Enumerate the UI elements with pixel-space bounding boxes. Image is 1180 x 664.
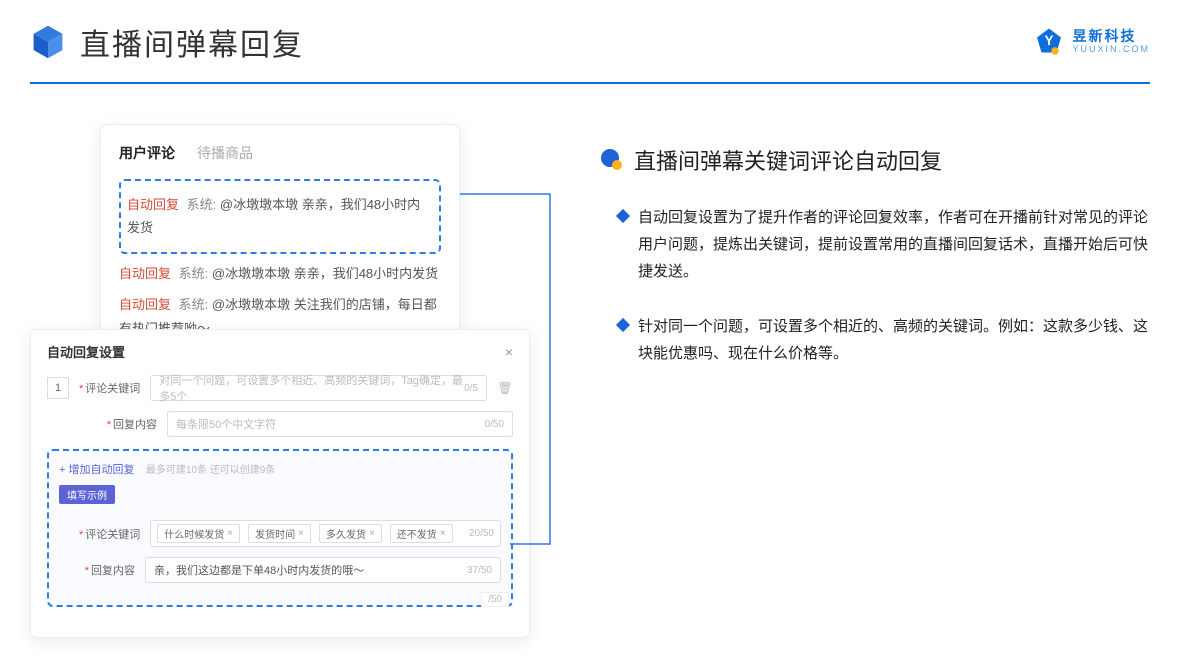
ex-reply-value: 亲，我们这边都是下单48小时内发货的哦～	[154, 562, 364, 578]
bullet-item: 自动回复设置为了提升作者的评论回复效率，作者可在开播前针对常见的评论用户问题，提…	[618, 204, 1150, 285]
example-button[interactable]: 填写示例	[59, 485, 115, 504]
bullet-text: 针对同一个问题，可设置多个相近的、高频的关键词。例如：这款多少钱、这块能优惠吗、…	[638, 313, 1150, 367]
tab-user-comments[interactable]: 用户评论	[119, 143, 175, 163]
auto-reply-tag: 自动回复	[119, 297, 171, 312]
close-icon[interactable]: ×	[505, 344, 513, 360]
chip[interactable]: 发货时间×	[248, 524, 311, 543]
cube-icon	[30, 24, 66, 60]
sys-label: 系统:	[179, 297, 209, 312]
bubble-icon	[600, 148, 624, 172]
auto-reply-settings-card: 自动回复设置 × 1 *评论关键词 对同一个问题，可设置多个相近、高频的关键词，…	[30, 329, 530, 638]
left-column: 用户评论 待播商品 自动回复 系统: @冰墩墩本墩 亲亲，我们48小时内发货 自…	[30, 124, 560, 395]
settings-title: 自动回复设置	[47, 342, 125, 361]
reply-placeholder: 每条限50个中文字符	[176, 416, 276, 432]
ex-keyword-count: 20/50	[469, 528, 494, 539]
bullet-item: 针对同一个问题，可设置多个相近的、高频的关键词。例如：这款多少钱、这块能优惠吗、…	[618, 313, 1150, 367]
tab-pending-goods[interactable]: 待播商品	[197, 143, 253, 163]
bullet-text: 自动回复设置为了提升作者的评论回复效率，作者可在开播前针对常见的评论用户问题，提…	[638, 204, 1150, 285]
auto-reply-tag: 自动回复	[127, 197, 179, 212]
svg-text:Y: Y	[1045, 33, 1054, 48]
diamond-icon	[616, 318, 630, 332]
comment-item: 自动回复 系统: @冰墩墩本墩 亲亲，我们48小时内发货	[119, 262, 441, 285]
chip[interactable]: 还不发货×	[390, 524, 453, 543]
example-block: + 增加自动回复 最多可建10条 还可以创建9条 填写示例 *评论关键词 什么时…	[47, 449, 513, 607]
page-header: 直播间弹幕回复 Y 昱新科技 YUUXIN.COM	[0, 0, 1180, 74]
chip[interactable]: 什么时候发货×	[157, 524, 240, 543]
keyword-count: 0/5	[464, 383, 478, 394]
ex-reply-input[interactable]: 亲，我们这边都是下单48小时内发货的哦～ 37/50	[145, 557, 501, 583]
chip[interactable]: 多久发货×	[319, 524, 382, 543]
reply-count: 0/50	[485, 419, 504, 430]
delete-icon[interactable]: 🗑	[497, 381, 513, 395]
ex-reply-label: *回复内容	[79, 562, 135, 578]
section-title-row: 直播间弹幕关键词评论自动回复	[600, 144, 1150, 176]
add-hint: 最多可建10条 还可以创建9条	[146, 465, 275, 476]
reply-label: *回复内容	[101, 416, 157, 432]
reply-input[interactable]: 每条限50个中文字符 0/50	[167, 411, 513, 437]
rule-index: 1	[47, 377, 69, 399]
brand-name: 昱新科技	[1072, 29, 1150, 44]
brand-block: Y 昱新科技 YUUXIN.COM	[1034, 27, 1150, 57]
brand-subtitle: YUUXIN.COM	[1072, 45, 1150, 55]
sys-label: 系统:	[187, 197, 217, 212]
ghost-count: /50	[481, 592, 509, 607]
add-auto-reply-link[interactable]: + 增加自动回复	[59, 464, 134, 476]
sys-label: 系统:	[179, 266, 209, 281]
ex-keyword-label: *评论关键词	[79, 526, 140, 542]
auto-reply-tag: 自动回复	[119, 266, 171, 281]
right-column: 直播间弹幕关键词评论自动回复 自动回复设置为了提升作者的评论回复效率，作者可在开…	[600, 124, 1150, 395]
ex-reply-count: 37/50	[467, 565, 492, 576]
brand-icon: Y	[1034, 27, 1064, 57]
keyword-placeholder: 对同一个问题，可设置多个相近、高频的关键词，Tag确定，最多5个	[159, 372, 464, 404]
ex-keyword-chips[interactable]: 什么时候发货× 发货时间× 多久发货× 还不发货× 20/50	[150, 520, 501, 547]
comment-body: @冰墩墩本墩 亲亲，我们48小时内发货	[212, 266, 438, 281]
section-title: 直播间弹幕关键词评论自动回复	[634, 144, 942, 176]
page-title: 直播间弹幕回复	[80, 20, 304, 64]
keyword-input[interactable]: 对同一个问题，可设置多个相近、高频的关键词，Tag确定，最多5个 0/5	[150, 375, 487, 401]
diamond-icon	[616, 209, 630, 223]
tabs: 用户评论 待播商品	[119, 143, 441, 163]
keyword-label: *评论关键词	[79, 380, 140, 396]
highlighted-comment: 自动回复 系统: @冰墩墩本墩 亲亲，我们48小时内发货	[119, 179, 441, 254]
